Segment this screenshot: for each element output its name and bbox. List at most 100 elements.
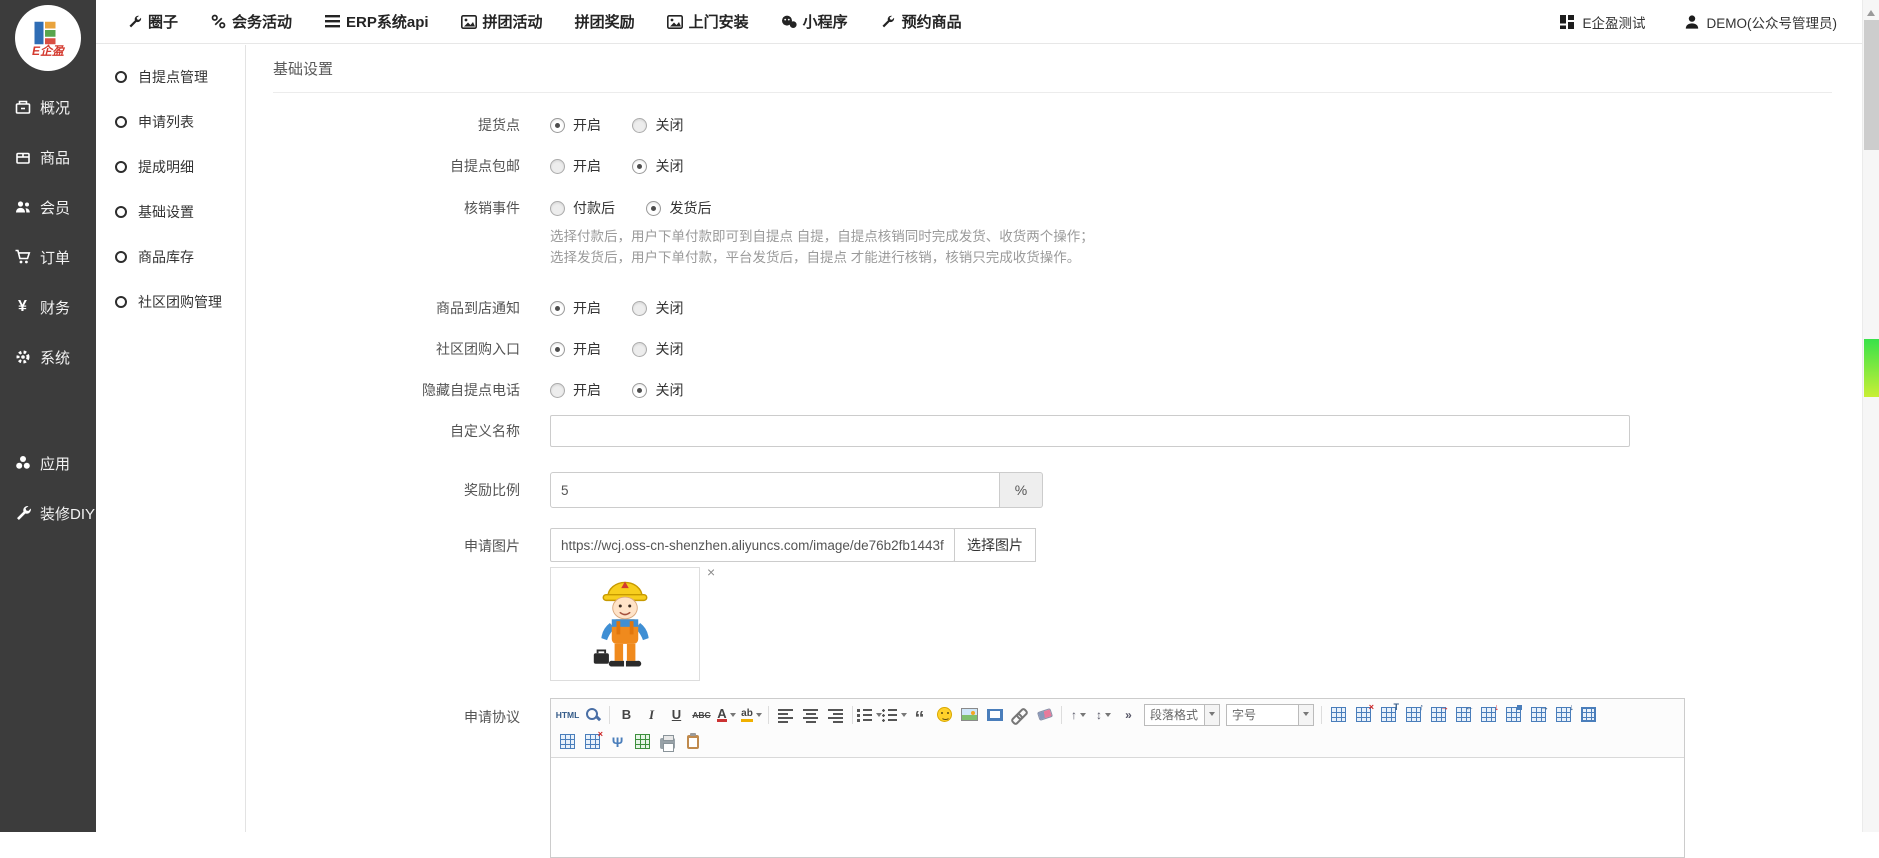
sidebar-item-goods[interactable]: 商品 bbox=[0, 132, 96, 182]
cell-props-icon[interactable] bbox=[580, 729, 605, 754]
sidebar-item-members[interactable]: 会员 bbox=[0, 182, 96, 232]
custom-name-input[interactable] bbox=[550, 415, 1630, 447]
align-left-icon[interactable] bbox=[773, 702, 798, 727]
radio-icon[interactable] bbox=[646, 201, 661, 216]
highlight-icon[interactable]: ab bbox=[739, 702, 764, 727]
radio-icon[interactable] bbox=[632, 383, 647, 398]
radio-icon[interactable] bbox=[632, 159, 647, 174]
insert-media-icon[interactable] bbox=[982, 702, 1007, 727]
html-source-icon[interactable]: HTML bbox=[555, 702, 580, 727]
radio-icon[interactable] bbox=[550, 201, 565, 216]
blockquote-icon[interactable]: “ bbox=[907, 702, 932, 727]
sidebar-item-orders[interactable]: 订单 bbox=[0, 232, 96, 282]
split-cells-icon[interactable] bbox=[555, 729, 580, 754]
paragraph-format-select[interactable]: 段落格式 bbox=[1144, 704, 1220, 726]
radio-option-on[interactable]: 开启 bbox=[550, 339, 601, 359]
submenu-item-apply-list[interactable]: 申请列表 bbox=[96, 99, 245, 144]
nav-item-groupon[interactable]: 拼团活动 bbox=[461, 11, 543, 32]
remove-format-icon[interactable] bbox=[1032, 702, 1057, 727]
nav-item-conference[interactable]: 会务活动 bbox=[210, 11, 292, 32]
submenu-item-goods-stock[interactable]: 商品库存 bbox=[96, 234, 245, 279]
choose-image-button[interactable]: 选择图片 bbox=[954, 528, 1036, 562]
unordered-list-icon[interactable] bbox=[882, 702, 907, 727]
radio-icon[interactable] bbox=[632, 301, 647, 316]
merge-cells-icon[interactable] bbox=[1501, 702, 1526, 727]
submenu-item-commission-detail[interactable]: 提成明细 bbox=[96, 144, 245, 189]
editor-content-area[interactable] bbox=[551, 758, 1684, 857]
sidebar-item-overview[interactable]: 概况 bbox=[0, 82, 96, 132]
delete-col-icon[interactable] bbox=[1476, 702, 1501, 727]
insert-row-below-icon[interactable] bbox=[1426, 702, 1451, 727]
submenu-item-basic-settings[interactable]: 基础设置 bbox=[96, 189, 245, 234]
sidebar-item-apps[interactable]: 应用 bbox=[0, 438, 96, 488]
reward-ratio-input[interactable] bbox=[550, 472, 1000, 508]
radio-icon[interactable] bbox=[550, 118, 565, 133]
sidebar-item-label: 系统 bbox=[40, 347, 70, 368]
radio-option-on[interactable]: 开启 bbox=[550, 380, 601, 400]
delete-table-icon[interactable] bbox=[1351, 702, 1376, 727]
strikethrough-icon[interactable]: ABC bbox=[689, 702, 714, 727]
radio-option-off[interactable]: 关闭 bbox=[632, 115, 683, 135]
sidebar-item-diy[interactable]: 装修DIY bbox=[0, 488, 96, 538]
app-logo[interactable]: E企盈 bbox=[15, 5, 81, 71]
italic-icon[interactable]: I bbox=[639, 702, 664, 727]
radio-icon[interactable] bbox=[550, 301, 565, 316]
table-props-icon[interactable] bbox=[1576, 702, 1601, 727]
nav-item-install[interactable]: 上门安装 bbox=[667, 11, 749, 32]
font-color-icon[interactable]: A bbox=[714, 702, 739, 727]
account-user[interactable]: DEMO(公众号管理员) bbox=[1684, 12, 1838, 32]
nav-item-miniprogram[interactable]: 小程序 bbox=[781, 11, 848, 32]
bold-icon[interactable]: B bbox=[614, 702, 639, 727]
align-center-icon[interactable] bbox=[798, 702, 823, 727]
font-size-select[interactable]: 字号 bbox=[1226, 704, 1314, 726]
radio-option-on[interactable]: 开启 bbox=[550, 298, 601, 318]
radio-icon[interactable] bbox=[550, 159, 565, 174]
radio-option-on[interactable]: 开启 bbox=[550, 115, 601, 135]
radio-icon[interactable] bbox=[550, 342, 565, 357]
radio-option-after-payment[interactable]: 付款后 bbox=[550, 198, 615, 218]
nav-item-circle[interactable]: 圈子 bbox=[126, 11, 178, 32]
table-head-icon[interactable] bbox=[1376, 702, 1401, 727]
underline-icon[interactable]: U bbox=[664, 702, 689, 727]
radio-option-off[interactable]: 关闭 bbox=[632, 156, 683, 176]
sidebar-item-finance[interactable]: ¥ 财务 bbox=[0, 282, 96, 332]
insert-table-icon[interactable] bbox=[1326, 702, 1351, 727]
radio-option-off[interactable]: 关闭 bbox=[632, 298, 683, 318]
scrollbar-up-arrow-icon[interactable] bbox=[1867, 6, 1875, 16]
preview-icon[interactable] bbox=[580, 702, 605, 727]
page-scrollbar[interactable] bbox=[1862, 0, 1879, 832]
remove-image-icon[interactable]: × bbox=[707, 565, 715, 579]
merge-right-icon[interactable] bbox=[1526, 702, 1551, 727]
ordered-list-icon[interactable] bbox=[857, 702, 882, 727]
radio-option-off[interactable]: 关闭 bbox=[632, 339, 683, 359]
submenu-item-community-group[interactable]: 社区团购管理 bbox=[96, 279, 245, 324]
margin-top-icon[interactable]: ↑ bbox=[1066, 702, 1091, 727]
radio-option-after-shipping[interactable]: 发货后 bbox=[646, 198, 711, 218]
insert-image-icon[interactable] bbox=[957, 702, 982, 727]
radio-option-on[interactable]: 开启 bbox=[550, 156, 601, 176]
radio-icon[interactable] bbox=[632, 118, 647, 133]
account-app[interactable]: E企盈测试 bbox=[1559, 12, 1645, 32]
anchor-icon[interactable]: Ψ bbox=[605, 729, 630, 754]
submenu-item-pickup-management[interactable]: 自提点管理 bbox=[96, 54, 245, 99]
apply-image-url-input[interactable] bbox=[550, 528, 955, 562]
line-height-icon[interactable]: ↕ bbox=[1091, 702, 1116, 727]
paste-icon[interactable] bbox=[680, 729, 705, 754]
align-right-icon[interactable] bbox=[823, 702, 848, 727]
insert-link-icon[interactable] bbox=[1007, 702, 1032, 727]
spreadsheet-icon[interactable] bbox=[630, 729, 655, 754]
radio-icon[interactable] bbox=[550, 383, 565, 398]
emoticon-icon[interactable] bbox=[932, 702, 957, 727]
print-icon[interactable] bbox=[655, 729, 680, 754]
nav-item-reserve[interactable]: 预约商品 bbox=[880, 11, 962, 32]
radio-option-off[interactable]: 关闭 bbox=[632, 380, 683, 400]
radio-icon[interactable] bbox=[632, 342, 647, 357]
merge-down-icon[interactable] bbox=[1551, 702, 1576, 727]
insert-col-icon[interactable] bbox=[1451, 702, 1476, 727]
scrollbar-thumb[interactable] bbox=[1864, 20, 1879, 150]
sidebar-item-system[interactable]: 系统 bbox=[0, 332, 96, 382]
nav-item-erp[interactable]: ERP系统api bbox=[324, 11, 429, 32]
nav-item-groupon-reward[interactable]: 拼团奖励 bbox=[575, 11, 635, 32]
insert-row-above-icon[interactable] bbox=[1401, 702, 1426, 727]
indent-icon[interactable]: » bbox=[1116, 702, 1141, 727]
